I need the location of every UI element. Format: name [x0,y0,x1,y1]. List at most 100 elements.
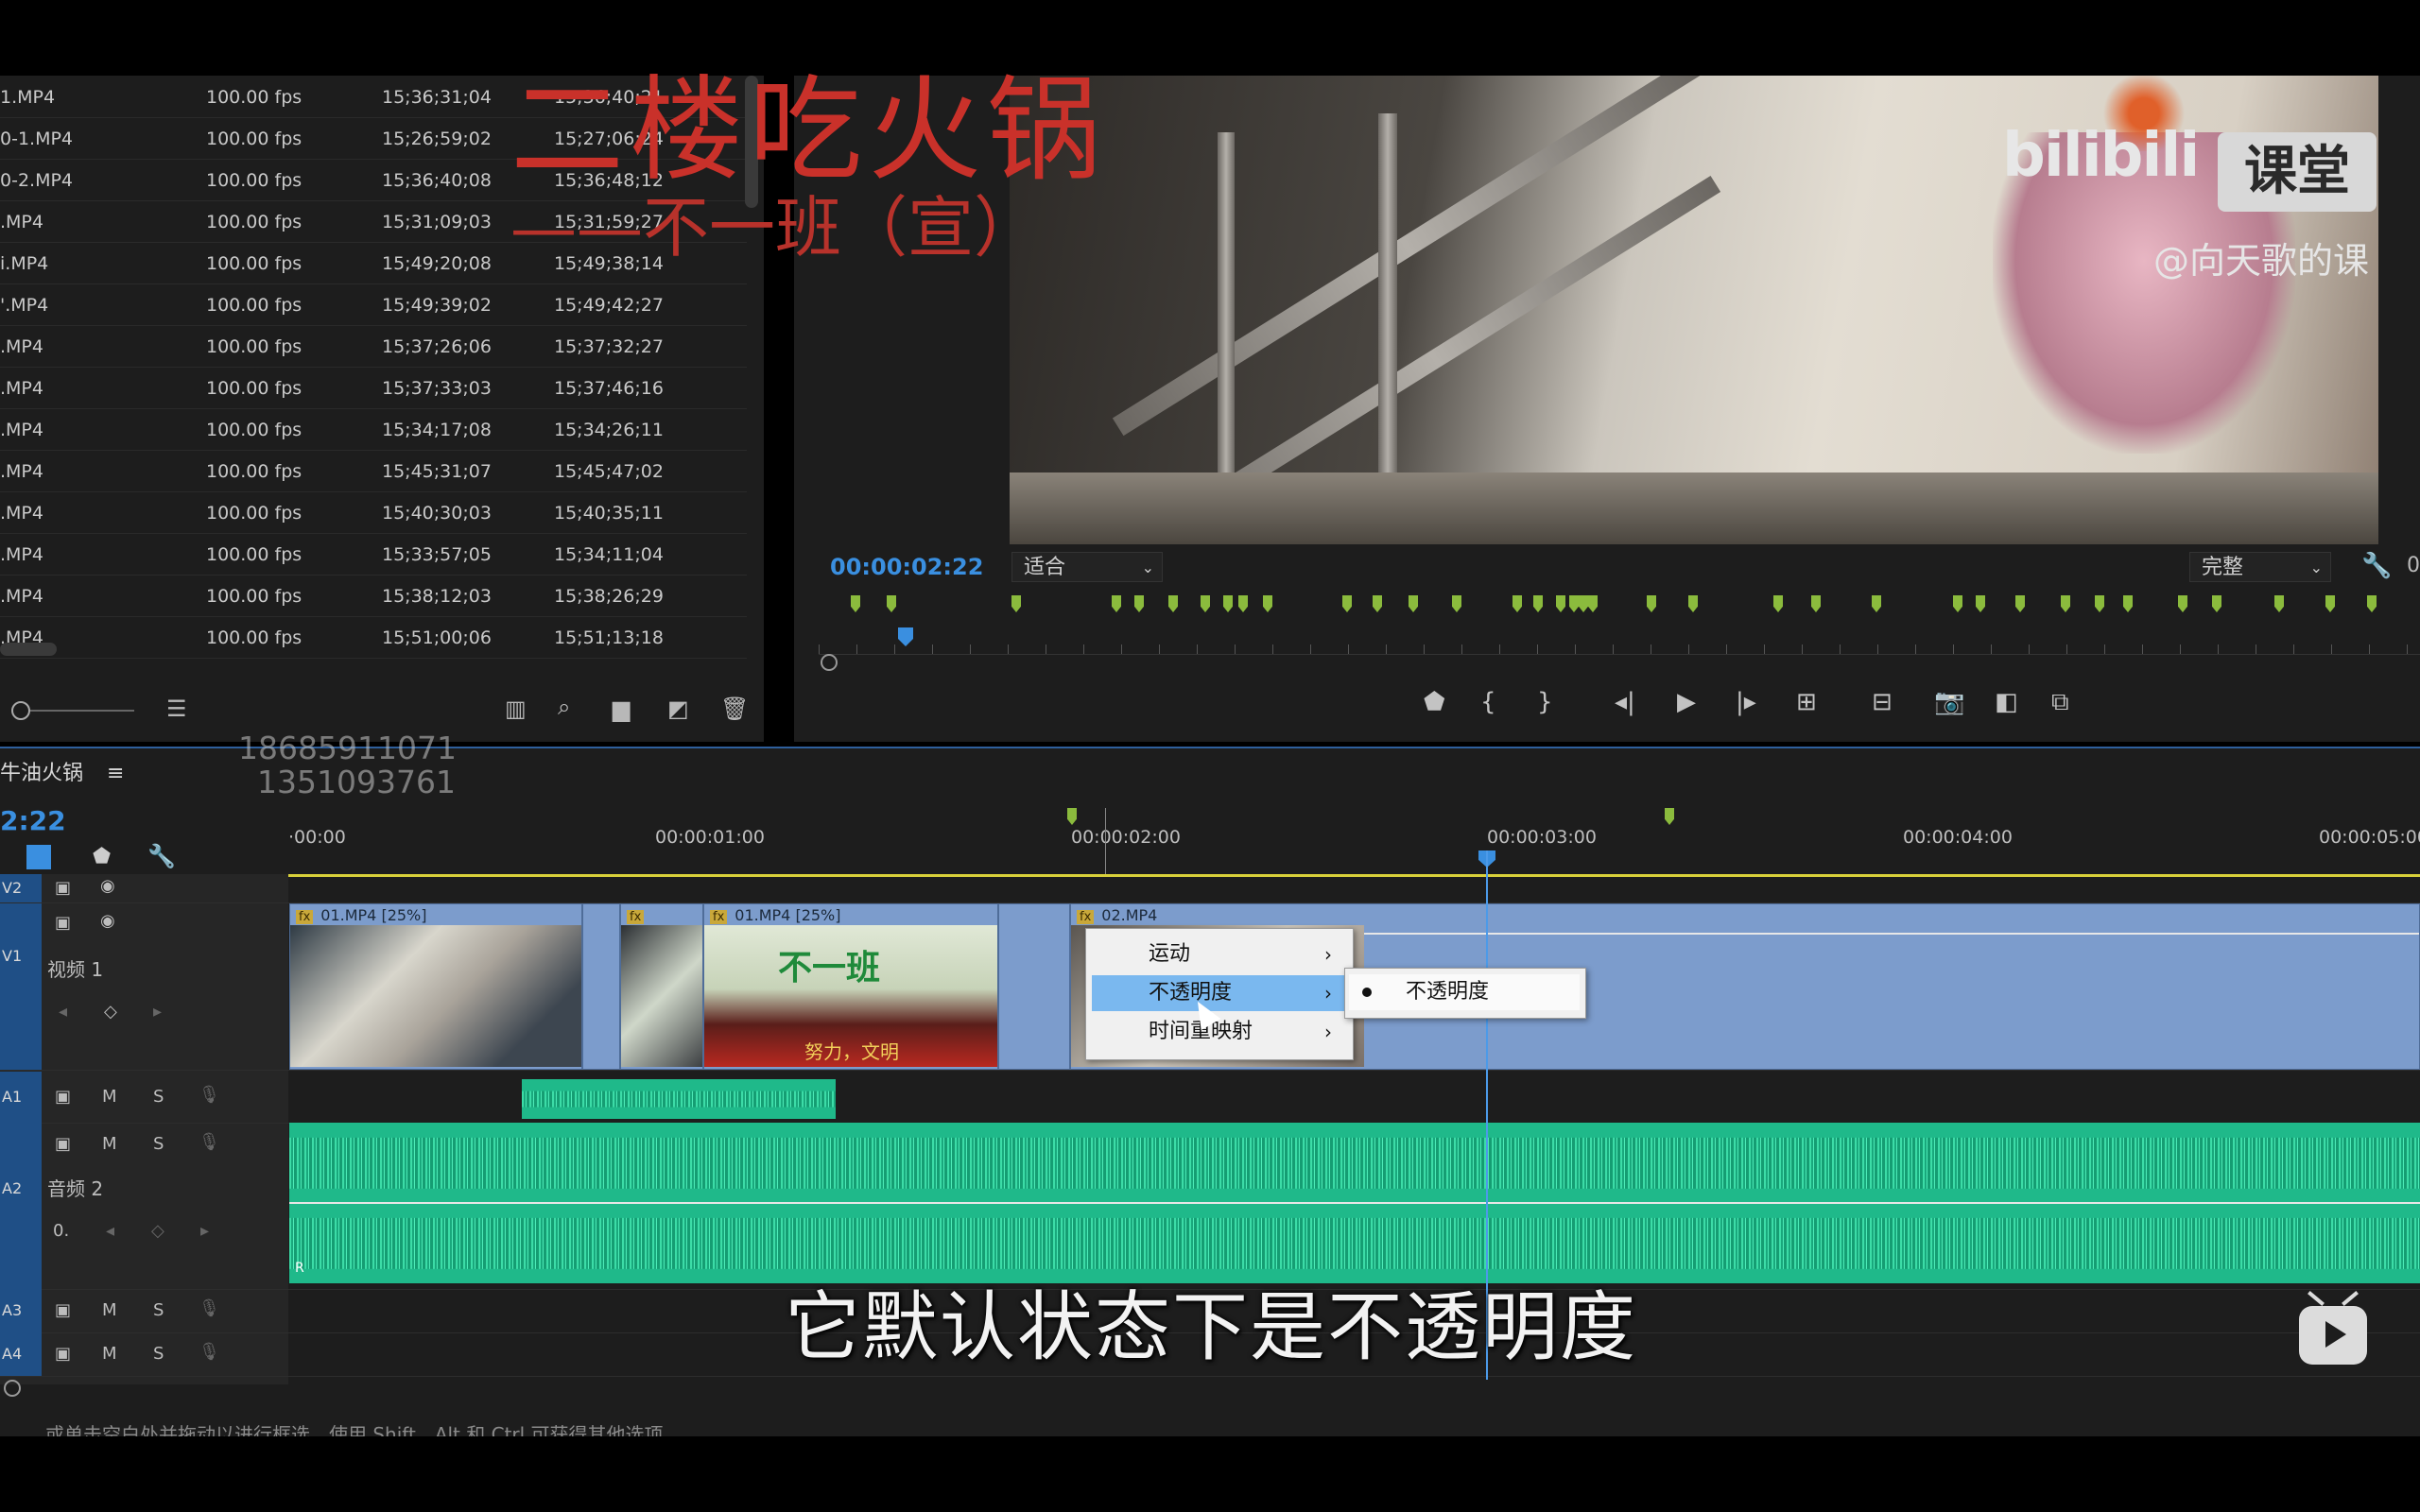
clip-marker[interactable] [2015,595,2025,612]
project-row[interactable]: .MP4 100.00 fps 15;38;12;03 15;38;26;29 [0,575,747,617]
sequence-tab[interactable]: 牛油火锅 ≡ [0,756,124,786]
clip-marker[interactable] [2061,595,2070,612]
sync-lock-icon[interactable]: ▣ [55,1134,71,1154]
clip-marker[interactable] [1569,595,1579,612]
menu-item[interactable]: 不透明度 › [1092,975,1345,1011]
project-row[interactable]: .MP4 100.00 fps 15;40;30;03 15;40;35;11 [0,491,747,534]
track-label-v1[interactable]: V1 [0,903,42,1070]
clip-marker[interactable] [1811,595,1821,612]
mic-icon[interactable]: 🎙 [199,1132,220,1152]
new-bin-icon[interactable]: ▆ [613,696,630,722]
add-keyframe-icon[interactable]: ◇ [104,1002,117,1022]
clip-marker[interactable] [1373,595,1382,612]
clip-marker[interactable] [1342,595,1352,612]
video-clip[interactable]: fx 01.MP4 [25%] [289,903,582,1070]
button-editor-icon[interactable]: ⧉ [2051,688,2069,717]
wrench-icon[interactable]: 🔧 [2361,552,2392,580]
list-view-icon[interactable]: ▥ [505,696,527,722]
zoom-select[interactable]: 适合 ⌄ [1011,552,1163,582]
overwrite-icon[interactable]: ⊟ [1872,688,1893,716]
add-keyframe-icon[interactable]: ◇ [151,1221,164,1241]
clip-marker[interactable] [1556,595,1565,612]
play-icon[interactable]: ▶ [1677,688,1696,716]
clip-marker[interactable] [1011,595,1021,612]
clip-marker[interactable] [1533,595,1543,612]
timeline-marker[interactable] [1665,808,1674,825]
clip-marker[interactable] [1409,595,1418,612]
timeline-timecode[interactable]: 2:22 [0,805,66,836]
solo-button[interactable]: S [153,1300,164,1320]
project-row[interactable]: .MP4 100.00 fps 15;51;00;06 15;51;13;18 [0,616,747,659]
track-label-a3[interactable]: A3 [0,1289,42,1332]
clip-marker[interactable] [1579,595,1588,612]
clip-marker[interactable] [1976,595,1985,612]
insert-icon[interactable]: ⊞ [1796,688,1817,716]
sync-lock-icon[interactable]: ▣ [55,1087,71,1107]
clip-marker[interactable] [1512,595,1522,612]
project-row[interactable]: .MP4 100.00 fps 15;34;17;08 15;34;26;11 [0,408,747,451]
mark-in-icon[interactable]: { [1480,688,1496,716]
audio-clip-a1[interactable] [522,1079,836,1119]
clip-marker[interactable] [1588,595,1598,612]
audio-clip-a2[interactable]: R [289,1123,2420,1283]
monitor-timecode[interactable]: 00:00:02:22 [830,554,983,580]
mute-button[interactable]: M [102,1344,117,1364]
eye-icon[interactable]: ◉ [100,911,115,931]
sort-icon[interactable]: ☰ [166,696,187,722]
track-label-a4[interactable]: A4 [0,1332,42,1376]
trash-icon[interactable]: 🗑 [720,696,749,722]
track-label-v2[interactable]: V2 [0,874,42,902]
clip-marker[interactable] [1773,595,1783,612]
volume-rubber-band[interactable] [289,1202,2420,1204]
clip-marker[interactable] [2325,595,2335,612]
clip-marker[interactable] [1688,595,1698,612]
marker-icon[interactable]: ⬟ [1424,688,1445,716]
clip-marker[interactable] [1201,595,1210,612]
prev-keyframe-icon[interactable]: ◂ [106,1221,114,1241]
clip-marker[interactable] [2123,595,2133,612]
prev-keyframe-icon[interactable]: ◂ [59,1002,67,1022]
clip-marker[interactable] [2212,595,2221,612]
track-label-a1[interactable]: A1 [0,1072,42,1123]
video-clip[interactable]: fx [620,903,703,1070]
clip-marker[interactable] [2274,595,2284,612]
clip-marker[interactable] [2367,595,2377,612]
solo-button[interactable]: S [153,1344,164,1364]
project-hscrollbar[interactable] [0,643,57,656]
monitor-scroll-handle[interactable] [821,654,838,671]
new-item-icon[interactable]: ◩ [667,696,689,722]
find-icon[interactable]: ⌕ [558,694,570,720]
timeline-ruler[interactable]: ·00:00 00:00:01:00 00:00:02:00 00:00:03:… [288,808,2420,874]
clip-marker[interactable] [2178,595,2187,612]
project-row[interactable]: .MP4 100.00 fps 15;45;31;07 15;45;47;02 [0,450,747,492]
next-keyframe-icon[interactable]: ▸ [153,1002,162,1022]
sync-lock-icon[interactable]: ▣ [55,1300,71,1320]
monitor-ruler[interactable] [819,624,2420,655]
track-volume[interactable]: 0. [53,1221,69,1241]
clip-marker[interactable] [851,595,860,612]
timeline-marker[interactable] [1067,808,1077,825]
project-row[interactable]: .MP4 100.00 fps 15;37;26;06 15;37;32;27 [0,325,747,368]
menu-item[interactable]: 运动 › [1092,936,1345,972]
clip-marker[interactable] [1238,595,1248,612]
clip-marker[interactable] [1263,595,1272,612]
video-clip-gap[interactable] [998,903,1070,1070]
clip-marker[interactable] [1134,595,1144,612]
mark-out-icon[interactable]: } [1537,688,1553,716]
wrench-icon[interactable]: 🔧 [147,843,176,869]
solo-button[interactable]: S [153,1134,164,1154]
project-row[interactable]: .MP4 100.00 fps 15;33;57;05 15;34;11;04 [0,533,747,576]
project-row[interactable]: '.MP4 100.00 fps 15;49;39;02 15;49;42;27 [0,284,747,326]
sync-lock-icon[interactable]: ▣ [55,1344,71,1364]
clip-marker[interactable] [1647,595,1656,612]
add-marker-icon[interactable]: ⬟ [93,845,111,868]
mute-button[interactable]: M [102,1087,117,1107]
mic-icon[interactable]: 🎙 [199,1298,220,1318]
mute-button[interactable]: M [102,1300,117,1320]
clip-marker[interactable] [1872,595,1881,612]
snap-icon[interactable] [26,845,51,869]
clip-marker[interactable] [2095,595,2104,612]
zoom-slider-handle[interactable] [11,701,30,720]
clip-marker[interactable] [887,595,896,612]
clip-marker[interactable] [1452,595,1461,612]
